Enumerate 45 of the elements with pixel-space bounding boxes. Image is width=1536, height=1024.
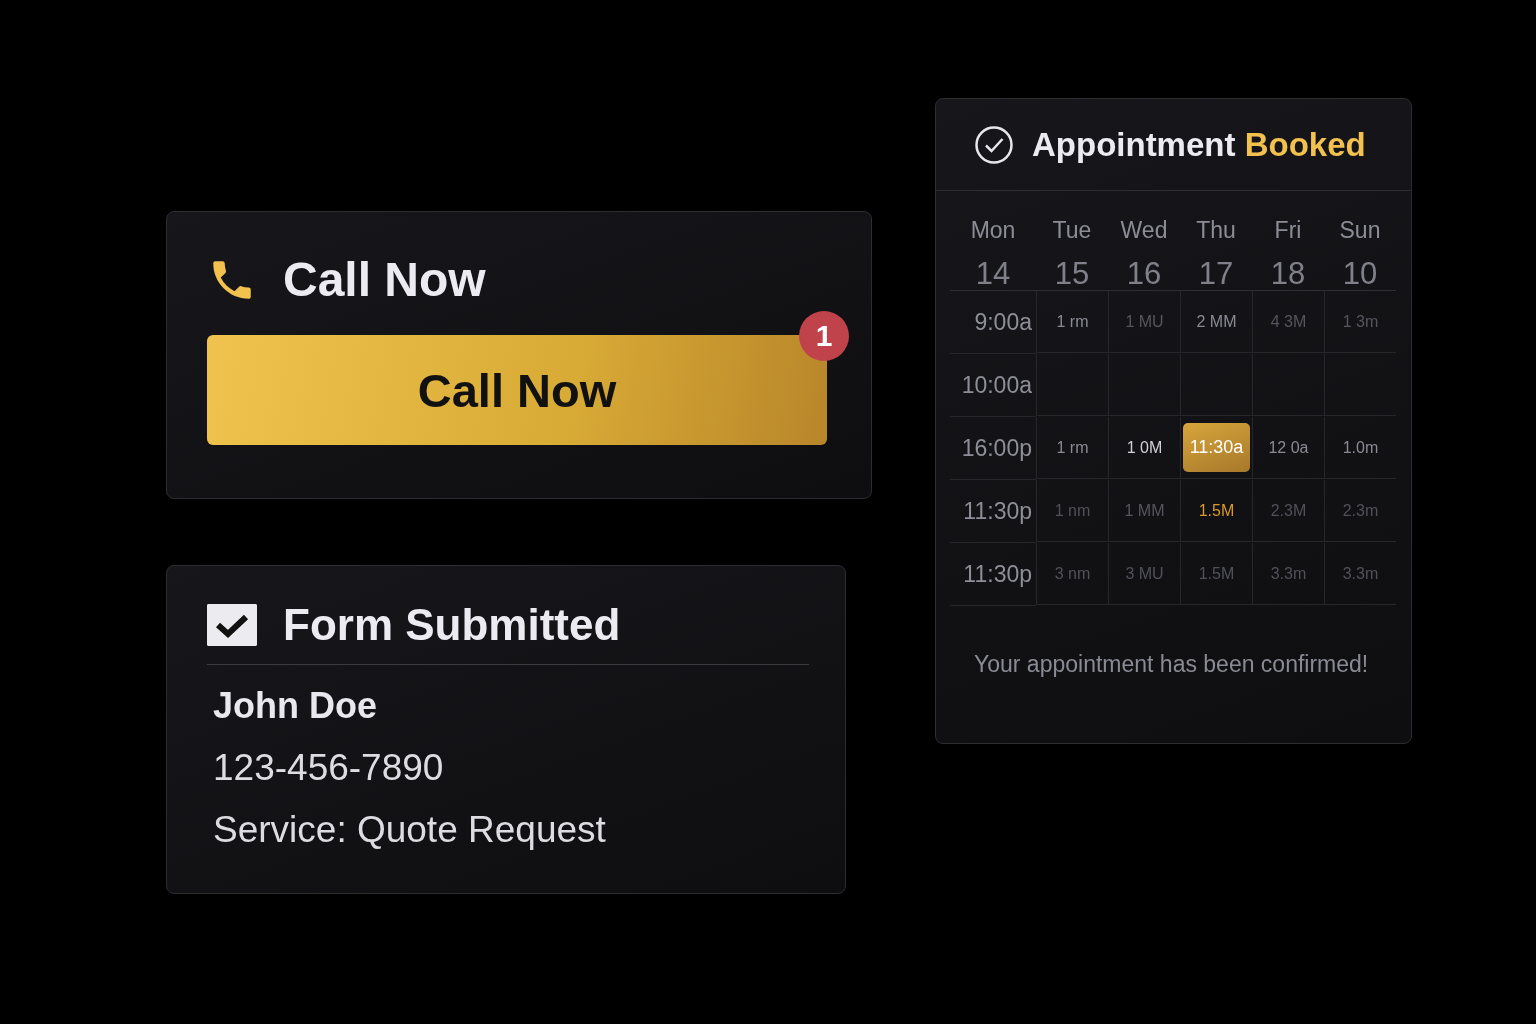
slot-label: 1 rm [1056, 312, 1089, 331]
day-name: Wed [1120, 217, 1168, 244]
slot-label: 2.3M [1270, 501, 1307, 520]
day-date: 15 [1054, 256, 1090, 292]
slot-label: 1 MU [1125, 312, 1164, 331]
slot-label: 1.5M [1198, 501, 1235, 520]
day-name: Tue [1052, 217, 1092, 244]
time-label: 11:30p [950, 480, 1036, 543]
slot-label: 1.0m [1342, 438, 1379, 457]
day-date: 16 [1126, 256, 1162, 292]
confirmation-message: Your appointment has been confirmed! [974, 651, 1370, 678]
notification-badge: 1 [799, 311, 849, 361]
slot-label: 3 nm [1054, 564, 1091, 583]
slot-label: 1 nm [1054, 501, 1091, 520]
day-date: 10 [1342, 256, 1378, 292]
slot-label: 1 3m [1342, 312, 1379, 331]
time-label: 9:00a [950, 291, 1036, 354]
slot-label: 1.5M [1198, 564, 1235, 583]
slot-label: 1 rm [1056, 438, 1089, 457]
contact-name: John Doe [213, 684, 378, 728]
slot-label: 3 MU [1125, 564, 1164, 583]
time-label: 16:00p [950, 417, 1036, 480]
contact-detail: Service: Quote Request [213, 808, 607, 852]
day-name: Mon [970, 217, 1016, 244]
day-date: 14 [975, 256, 1011, 292]
slot-label: 1 MM [1124, 501, 1165, 520]
slot-label: 1 0M [1126, 438, 1163, 457]
slot-label: 3.3m [1342, 564, 1379, 583]
slot-label: 2 MM [1196, 312, 1237, 331]
contact-detail: 123-456-7890 [213, 746, 445, 790]
time-label: 11:30p [950, 543, 1036, 606]
day-date: 17 [1198, 256, 1234, 292]
card-title: Call Now [283, 252, 486, 307]
day-date: 18 [1270, 256, 1306, 292]
time-label: 10:00a [950, 354, 1036, 417]
check-circle-icon [974, 124, 1014, 165]
day-name: Sun [1339, 217, 1381, 244]
slot-label: 12 0a [1268, 438, 1309, 457]
day-name: Thu [1196, 217, 1236, 244]
card-title: Form Submitted [283, 600, 621, 650]
day-name: Fri [1274, 217, 1302, 244]
slot-label: 3.3m [1270, 564, 1307, 583]
slot-label: 4 3M [1270, 312, 1307, 331]
slot-label: 2.3m [1342, 501, 1379, 520]
card-title: Appointment Booked [1032, 125, 1366, 164]
